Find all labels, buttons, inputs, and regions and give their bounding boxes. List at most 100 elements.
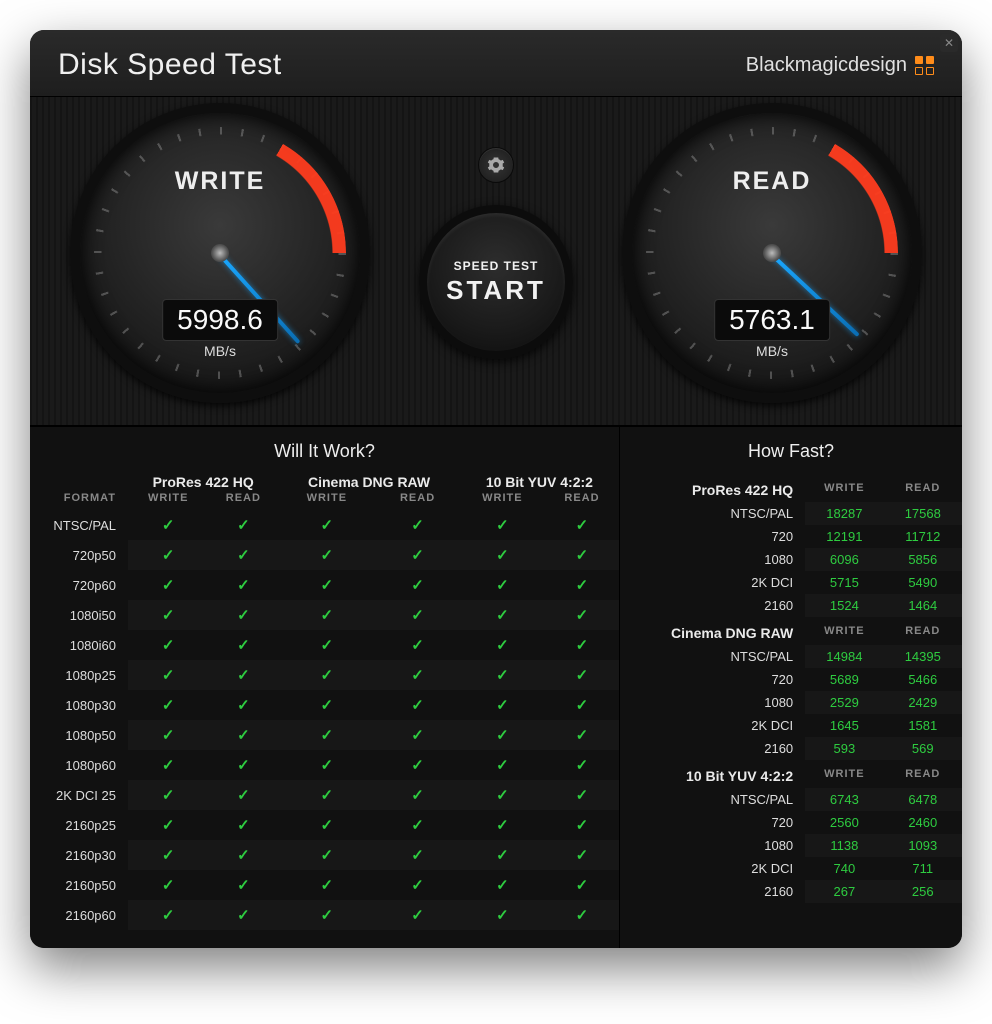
check-icon: ✓ <box>162 517 175 534</box>
howfast-format-label: 720 <box>620 811 805 834</box>
close-button[interactable]: ✕ <box>940 34 958 52</box>
howfast-read-value: 2460 <box>884 811 962 834</box>
wiw-cell: ✓ <box>208 570 278 600</box>
wiw-cell: ✓ <box>375 570 459 600</box>
howfast-write-value: 6743 <box>805 788 883 811</box>
wiw-cell: ✓ <box>460 900 545 930</box>
wiw-cell: ✓ <box>460 720 545 750</box>
wiw-cell: ✓ <box>208 660 278 690</box>
check-icon: ✓ <box>576 817 589 834</box>
wiw-format-label: 2160p60 <box>30 900 128 930</box>
check-icon: ✓ <box>237 637 250 654</box>
table-row: 2160p25✓✓✓✓✓✓ <box>30 810 619 840</box>
wiw-cell: ✓ <box>460 600 545 630</box>
wiw-cell: ✓ <box>208 690 278 720</box>
wiw-table: ProRes 422 HQCinema DNG RAW10 Bit YUV 4:… <box>30 474 619 930</box>
table-row: 108060965856 <box>620 548 962 571</box>
check-icon: ✓ <box>411 727 424 744</box>
howfast-read-value: 5856 <box>884 548 962 571</box>
wiw-cell: ✓ <box>128 540 208 570</box>
wiw-format-header: FORMAT <box>30 492 128 510</box>
check-icon: ✓ <box>576 907 589 924</box>
wiw-cell: ✓ <box>460 780 545 810</box>
read-gauge: READ 5763.1 MB/s <box>622 103 922 403</box>
write-gauge: WRITE 5998.6 MB/s <box>70 103 370 403</box>
wiw-cell: ✓ <box>460 840 545 870</box>
wiw-cell: ✓ <box>128 720 208 750</box>
wiw-cell: ✓ <box>545 570 619 600</box>
howfast-table: ProRes 422 HQWRITEREADNTSC/PAL1828717568… <box>620 474 962 903</box>
howfast-read-value: 5490 <box>884 571 962 594</box>
check-icon: ✓ <box>237 907 250 924</box>
table-row: 1080p30✓✓✓✓✓✓ <box>30 690 619 720</box>
check-icon: ✓ <box>576 757 589 774</box>
check-icon: ✓ <box>496 787 509 804</box>
check-icon: ✓ <box>237 667 250 684</box>
wiw-cell: ✓ <box>545 840 619 870</box>
check-icon: ✓ <box>411 607 424 624</box>
howfast-write-value: 2560 <box>805 811 883 834</box>
wiw-cell: ✓ <box>375 690 459 720</box>
wiw-codec-header: Cinema DNG RAW <box>278 474 459 492</box>
check-icon: ✓ <box>162 667 175 684</box>
howfast-format-label: 2160 <box>620 737 805 760</box>
wiw-cell: ✓ <box>460 570 545 600</box>
wiw-cell: ✓ <box>278 570 375 600</box>
wiw-cell: ✓ <box>128 660 208 690</box>
wiw-cell: ✓ <box>278 540 375 570</box>
table-row: NTSC/PAL67436478 <box>620 788 962 811</box>
read-unit: MB/s <box>714 343 830 359</box>
wiw-format-label: 720p60 <box>30 570 128 600</box>
check-icon: ✓ <box>162 817 175 834</box>
wiw-codec-header: 10 Bit YUV 4:2:2 <box>460 474 619 492</box>
wiw-format-label: 720p50 <box>30 540 128 570</box>
check-icon: ✓ <box>321 907 334 924</box>
howfast-write-value: 267 <box>805 880 883 903</box>
check-icon: ✓ <box>576 697 589 714</box>
wiw-cell: ✓ <box>545 660 619 690</box>
howfast-read-value: 569 <box>884 737 962 760</box>
wiw-cell: ✓ <box>278 750 375 780</box>
howfast-format-label: 2160 <box>620 880 805 903</box>
settings-button[interactable] <box>478 147 514 183</box>
check-icon: ✓ <box>411 757 424 774</box>
check-icon: ✓ <box>576 847 589 864</box>
wiw-format-label: 2160p50 <box>30 870 128 900</box>
howfast-codec-header: Cinema DNG RAW <box>620 617 805 645</box>
check-icon: ✓ <box>237 697 250 714</box>
wiw-cell: ✓ <box>128 780 208 810</box>
table-row: 1080i60✓✓✓✓✓✓ <box>30 630 619 660</box>
check-icon: ✓ <box>496 847 509 864</box>
check-icon: ✓ <box>496 697 509 714</box>
howfast-format-label: 2K DCI <box>620 714 805 737</box>
wiw-cell: ✓ <box>278 780 375 810</box>
check-icon: ✓ <box>162 637 175 654</box>
wiw-title: Will It Work? <box>30 441 619 462</box>
wiw-cell: ✓ <box>375 600 459 630</box>
table-row: 108025292429 <box>620 691 962 714</box>
howfast-write-value: 5715 <box>805 571 883 594</box>
wiw-cell: ✓ <box>278 720 375 750</box>
howfast-format-label: NTSC/PAL <box>620 502 805 525</box>
howfast-format-label: 720 <box>620 525 805 548</box>
check-icon: ✓ <box>496 547 509 564</box>
wiw-cell: ✓ <box>460 660 545 690</box>
check-icon: ✓ <box>576 607 589 624</box>
check-icon: ✓ <box>237 577 250 594</box>
wiw-cell: ✓ <box>545 510 619 540</box>
brand-text: Blackmagicdesign <box>746 54 907 77</box>
check-icon: ✓ <box>576 517 589 534</box>
check-icon: ✓ <box>162 787 175 804</box>
check-icon: ✓ <box>496 757 509 774</box>
table-row: 2160267256 <box>620 880 962 903</box>
check-icon: ✓ <box>411 577 424 594</box>
app-title: Disk Speed Test <box>58 48 282 82</box>
wiw-cell: ✓ <box>460 540 545 570</box>
howfast-write-value: 1645 <box>805 714 883 737</box>
check-icon: ✓ <box>496 517 509 534</box>
table-row: 1080p60✓✓✓✓✓✓ <box>30 750 619 780</box>
howfast-write-value: 14984 <box>805 645 883 668</box>
wiw-cell: ✓ <box>208 510 278 540</box>
howfast-format-label: 2K DCI <box>620 857 805 880</box>
start-button[interactable]: SPEED TEST START <box>419 205 573 359</box>
